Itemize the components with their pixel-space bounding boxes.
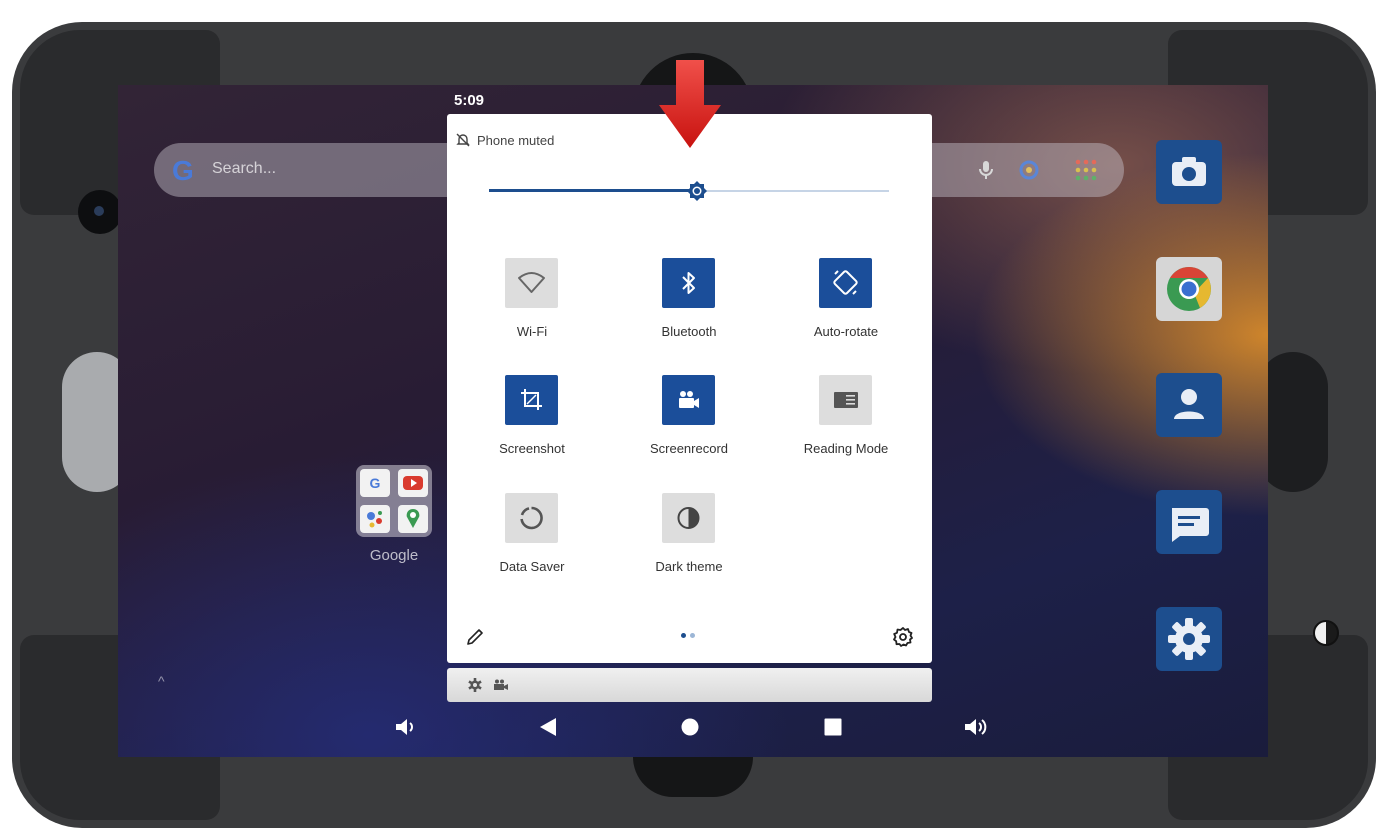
maps-mini-icon xyxy=(398,505,428,533)
wifi-icon xyxy=(518,272,545,293)
phone-muted-text: Phone muted xyxy=(477,133,555,148)
quick-settings-panel: Phone muted Wi-Fi Bluetooth Auto-rotate … xyxy=(447,114,932,663)
recents-button[interactable] xyxy=(819,713,847,741)
google-mini-icon: G xyxy=(360,469,390,497)
messages-app-icon[interactable] xyxy=(1156,490,1222,554)
dark-theme-icon xyxy=(677,507,700,529)
page-indicator xyxy=(679,633,701,641)
lens-icon[interactable] xyxy=(1016,157,1042,183)
screenrecord-tile-button[interactable] xyxy=(662,375,715,425)
status-clock: 5:09 xyxy=(454,92,485,109)
screenshot-icon xyxy=(521,389,542,410)
tile-auto-rotate[interactable]: Auto-rotate xyxy=(771,258,921,358)
bell-off-icon xyxy=(456,133,470,147)
auto-rotate-tile-button[interactable] xyxy=(819,258,872,308)
reading-mode-tile-button[interactable] xyxy=(819,375,872,425)
folder-label: Google xyxy=(369,547,419,564)
tile-label: Dark theme xyxy=(655,559,723,574)
data-saver-tile-button[interactable] xyxy=(505,493,558,543)
data-saver-icon xyxy=(520,506,543,530)
tile-label: Screenrecord xyxy=(649,441,729,456)
front-camera xyxy=(78,190,122,234)
screenshot-tile-button[interactable] xyxy=(505,375,558,425)
google-folder[interactable]: G xyxy=(356,465,432,537)
app-drawer-chevron-icon[interactable]: ^ xyxy=(158,673,165,689)
tile-label: Bluetooth xyxy=(661,324,717,339)
volume-up-button[interactable] xyxy=(962,713,990,741)
tile-dark-theme[interactable]: Dark theme xyxy=(614,493,764,593)
dark-theme-tile-button[interactable] xyxy=(662,493,715,543)
settings-app-icon[interactable] xyxy=(1156,607,1222,671)
back-button[interactable] xyxy=(534,713,562,741)
chrome-app-icon[interactable] xyxy=(1156,257,1222,321)
bluetooth-tile-button[interactable] xyxy=(662,258,715,308)
slider-fill xyxy=(489,189,697,192)
contacts-app-icon[interactable] xyxy=(1156,373,1222,437)
screenrecord-icon xyxy=(679,391,699,408)
red-down-arrow-icon xyxy=(659,60,721,148)
reading-mode-icon xyxy=(834,392,858,408)
volume-up-icon xyxy=(965,719,987,735)
tablet-screen: G Search... G Google ^ 5:09 Phone muted … xyxy=(118,85,1268,757)
edit-pencil-icon[interactable] xyxy=(465,627,485,647)
tile-wifi[interactable]: Wi-Fi xyxy=(457,258,607,358)
wifi-tile-button[interactable] xyxy=(505,258,558,308)
app-grid-icon[interactable] xyxy=(1074,158,1098,182)
tile-label: Screenshot xyxy=(499,441,565,456)
google-g-icon: G xyxy=(172,155,194,186)
home-circle-icon xyxy=(681,718,699,736)
tile-reading-mode[interactable]: Reading Mode xyxy=(771,375,921,475)
home-button[interactable] xyxy=(676,713,704,741)
tile-screenshot[interactable]: Screenshot xyxy=(457,375,607,475)
bluetooth-icon xyxy=(682,272,695,294)
assistant-mini-icon xyxy=(360,505,390,533)
contrast-sticker-icon xyxy=(1313,620,1339,646)
tile-label: Data Saver xyxy=(499,559,565,574)
auto-rotate-icon xyxy=(833,270,858,295)
volume-down-button[interactable] xyxy=(392,713,420,741)
page-dot xyxy=(690,633,695,638)
tile-label: Auto-rotate xyxy=(813,324,879,339)
tile-label: Wi-Fi xyxy=(516,324,548,339)
notification-summary-bar[interactable] xyxy=(447,668,932,702)
camera-app-icon[interactable] xyxy=(1156,140,1222,204)
recents-square-icon xyxy=(824,718,842,736)
back-triangle-icon xyxy=(540,718,556,736)
tile-bluetooth[interactable]: Bluetooth xyxy=(614,258,764,358)
settings-notification-icon xyxy=(468,678,482,692)
tile-label: Reading Mode xyxy=(803,441,889,456)
tablet-photo: G Search... G Google ^ 5:09 Phone muted … xyxy=(0,0,1390,840)
brightness-slider[interactable] xyxy=(489,181,889,201)
youtube-mini-icon xyxy=(398,469,428,497)
tile-screenrecord[interactable]: Screenrecord xyxy=(614,375,764,475)
page-dot xyxy=(681,633,686,638)
brightness-thumb-icon[interactable] xyxy=(686,180,708,202)
screenrecord-notification-icon xyxy=(494,679,508,690)
settings-gear-icon[interactable] xyxy=(892,626,914,648)
tile-data-saver[interactable]: Data Saver xyxy=(457,493,607,593)
volume-down-icon xyxy=(396,719,413,735)
case-side-tab xyxy=(1258,352,1328,492)
search-placeholder: Search... xyxy=(212,160,277,177)
mic-icon[interactable] xyxy=(974,158,998,182)
